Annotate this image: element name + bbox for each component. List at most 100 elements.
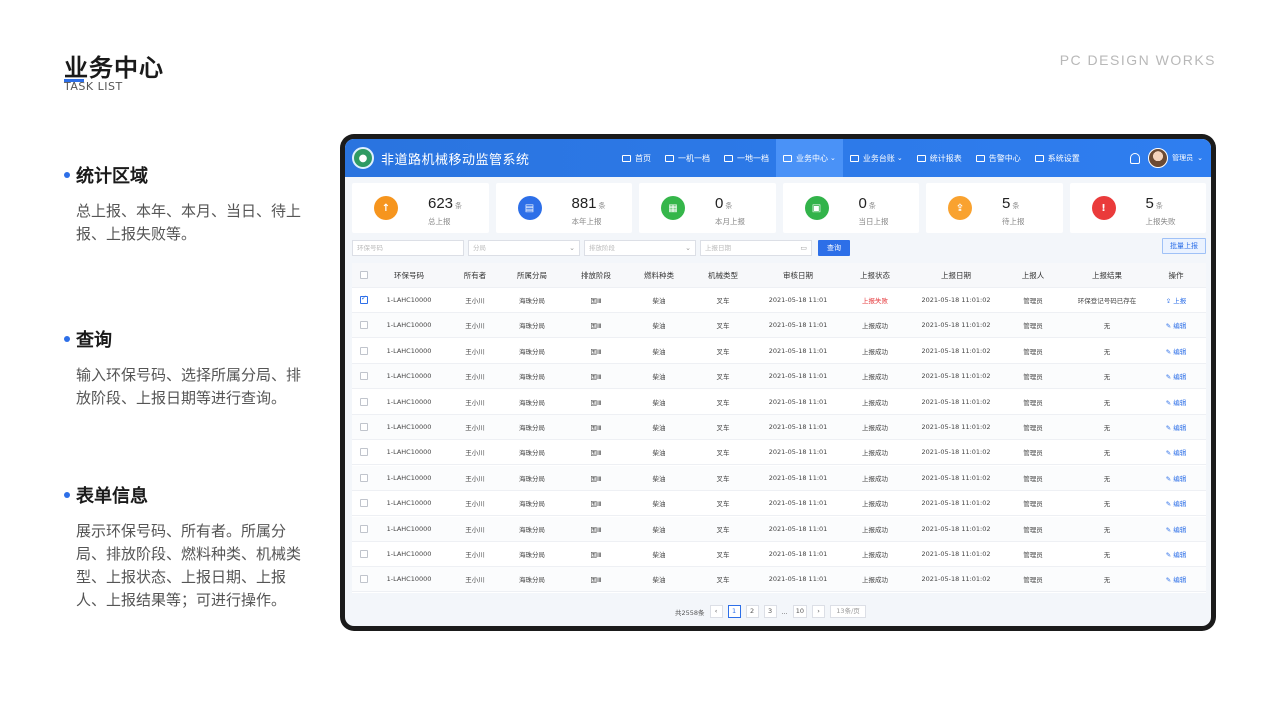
column-header: 上报结果 [1092, 270, 1122, 280]
table-cell: 叉车 [716, 576, 730, 585]
page-button[interactable]: 2 [745, 605, 759, 618]
bell-icon[interactable] [1130, 152, 1141, 164]
row-checkbox[interactable] [360, 448, 368, 457]
page-button[interactable]: 10 [792, 605, 808, 618]
date-picker[interactable]: 上报日期 ▭ [700, 240, 812, 256]
row-checkbox[interactable] [360, 294, 368, 304]
query-button[interactable]: 查询 [818, 240, 850, 256]
column-header: 上报状态 [860, 270, 890, 280]
row-action[interactable]: ✎ 编辑 [1166, 320, 1187, 330]
stat-label: 本月上报 [715, 217, 745, 226]
page-size-select[interactable]: 13条/页 [830, 605, 867, 618]
table-cell: 无 [1103, 347, 1111, 356]
page-button[interactable]: 3 [763, 605, 777, 618]
row-action-button[interactable]: 编辑 [1173, 551, 1186, 559]
stage-select[interactable]: 排放阶段 ⌄ [584, 240, 696, 256]
fail-icon: ! [1091, 196, 1116, 220]
row-action-button[interactable]: 编辑 [1173, 576, 1186, 584]
row-action[interactable]: ✎ 编辑 [1166, 473, 1187, 483]
row-checkbox[interactable] [360, 423, 368, 431]
main-nav: 首页 一机一档 一地一档 业务中心 ⌄ 业务台账 ⌄ 统计报表 告警中心 系统设置 [615, 139, 1087, 177]
nav-icon [975, 154, 985, 162]
row-action-button[interactable]: 编辑 [1173, 526, 1186, 534]
nav-item[interactable]: 系统设置 [1028, 139, 1087, 177]
next-page-button[interactable]: › [812, 605, 826, 618]
page-button[interactable]: 1 [727, 605, 741, 618]
user-name[interactable]: 管理员 [1172, 153, 1193, 163]
nav-icon [665, 154, 674, 162]
table-cell: 上报成功 [862, 500, 888, 509]
avatar[interactable] [1148, 148, 1169, 168]
row-action[interactable]: ✎ 编辑 [1166, 574, 1187, 584]
row-action[interactable]: ✎ 编辑 [1166, 549, 1187, 559]
nav-item[interactable]: 首页 [615, 139, 658, 177]
stat-unit: 条 [1012, 203, 1020, 210]
row-action[interactable]: ✎ 编辑 [1166, 447, 1187, 457]
row-action[interactable]: ✎ 编辑 [1166, 397, 1187, 407]
section-text: 展示环保号码、所有者。所属分局、排放阶段、燃料种类、机械类型、上报状态、上报日期… [76, 522, 302, 609]
prev-page-button[interactable]: ‹ [709, 605, 723, 618]
row-action[interactable]: ✎ 编辑 [1166, 371, 1187, 381]
row-action[interactable]: ✎ 编辑 [1166, 422, 1187, 432]
select-all-checkbox[interactable] [360, 271, 368, 279]
user-area: 管理员 ⌄ [1130, 139, 1203, 177]
nav-label: 业务中心 [796, 153, 828, 163]
row-checkbox[interactable] [360, 524, 368, 533]
row-action-button[interactable]: 编辑 [1173, 500, 1186, 508]
stat-value: 881 条 [572, 195, 606, 212]
edit-icon: ✎ [1165, 373, 1174, 382]
row-checkbox[interactable] [360, 473, 368, 482]
table-cell: 上报成功 [862, 449, 888, 458]
row-checkbox[interactable] [360, 321, 368, 330]
row-action-button[interactable]: 编辑 [1173, 373, 1186, 381]
table-cell: 叉车 [716, 474, 730, 483]
row-action-button[interactable]: 编辑 [1173, 424, 1186, 432]
table-cell: 王小川 [465, 322, 485, 331]
row-action-button[interactable]: 编辑 [1173, 399, 1186, 407]
row-action[interactable]: ✎ 编辑 [1166, 346, 1187, 356]
table-cell: 国Ⅲ [590, 525, 602, 534]
section-text: 总上报、本年、本月、当日、待上报、上报失败等。 [76, 202, 302, 243]
plate-input[interactable]: 环保号码 [352, 240, 464, 256]
bullet-dot [64, 172, 70, 178]
row-action-button[interactable]: 编辑 [1173, 475, 1186, 483]
table-cell: 叉车 [716, 551, 730, 559]
calendar-icon: ▭ [800, 244, 807, 252]
table-cell: 管理员 [1023, 424, 1043, 432]
table-row: 1-LAHC10000 王小川 海珠分局 国Ⅲ 柴油 叉车 2021-05-18 11:01… [352, 390, 1206, 415]
section-form: 表单信息 展示环保号码、所有者。所属分局、排放阶段、燃料种类、机械类型、上报状态… [64, 482, 314, 612]
branch-select[interactable]: 分局 ⌄ [468, 240, 580, 256]
table-row: 1-LAHC10000 王小川 海珠分局 国Ⅲ 柴油 叉车 2021-05-18 11:01… [352, 465, 1206, 491]
device-frame: ● 非道路机械移动监管系统 首页 一机一档 一地一档 业务中心 ⌄ 业务台账 ⌄ 统计报表 告警… [340, 134, 1216, 631]
nav-item[interactable]: 业务台账 ⌄ [843, 139, 910, 177]
row-action-button[interactable]: 编辑 [1173, 322, 1186, 330]
row-checkbox[interactable] [360, 372, 368, 381]
row-action-button[interactable]: 编辑 [1173, 449, 1186, 457]
nav-item[interactable]: 告警中心 [969, 139, 1028, 177]
row-action[interactable]: ✎ 编辑 [1166, 524, 1187, 534]
section-query: 查询 输入环保号码、选择所属分局、排放阶段、上报日期等进行查询。 [64, 326, 314, 410]
table-cell: 2021-05-18 11:01 [768, 473, 828, 482]
nav-item[interactable]: 一地一档 [717, 139, 776, 177]
row-checkbox[interactable] [360, 575, 368, 584]
nav-item[interactable]: 统计报表 [910, 139, 969, 177]
chevron-down-icon[interactable]: ⌄ [1197, 154, 1203, 162]
table-cell: 1-LAHC10000 [386, 499, 432, 508]
table-cell: 管理员 [1023, 525, 1043, 534]
nav-item[interactable]: 业务中心 ⌄ [776, 139, 843, 177]
stat-number: 623 [428, 195, 454, 212]
row-action[interactable]: ✎ 编辑 [1166, 498, 1187, 508]
row-action-button[interactable]: 编辑 [1173, 348, 1186, 356]
table-cell: 王小川 [465, 474, 485, 483]
row-action[interactable]: ⇪ 上报 [1166, 295, 1187, 305]
row-checkbox[interactable] [360, 550, 368, 558]
row-checkbox[interactable] [360, 397, 368, 406]
section-text: 输入环保号码、选择所属分局、排放阶段、上报日期等进行查询。 [76, 366, 302, 407]
row-checkbox[interactable] [360, 499, 368, 508]
nav-item[interactable]: 一机一档 [658, 139, 717, 177]
row-action-button[interactable]: 上报 [1173, 297, 1186, 305]
row-checkbox[interactable] [360, 346, 368, 355]
table-cell: 2021-05-18 11:01 [768, 550, 828, 558]
section-title: 查询 [76, 330, 112, 351]
batch-report-button[interactable]: 批量上报 [1162, 238, 1206, 254]
